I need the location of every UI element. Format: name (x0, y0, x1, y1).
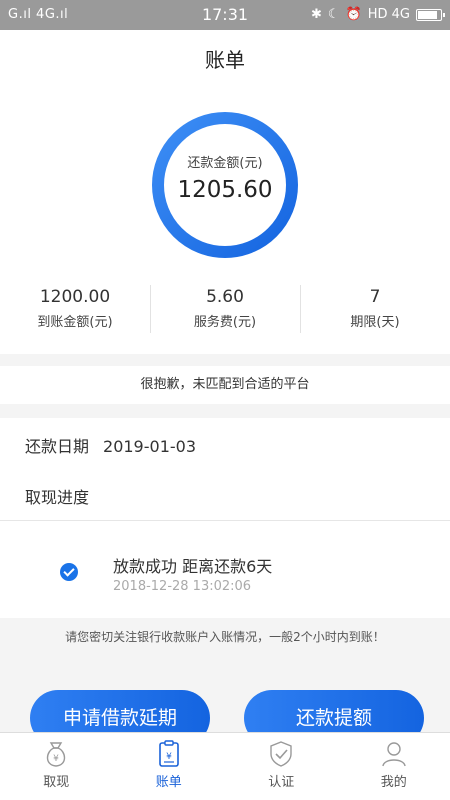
repay-date-row: 还款日期 2019-01-03 (25, 433, 196, 457)
repay-info: 还款日期 2019-01-03 取现进度 (0, 418, 450, 520)
tab-mine[interactable]: 我的 (338, 733, 450, 800)
header: 账单 (0, 30, 450, 90)
stat-value: 5.60 (206, 287, 244, 307)
tab-label: 认证 (268, 775, 295, 790)
tab-label: 我的 (380, 775, 407, 790)
stat-term: 7 期限(天) (300, 285, 450, 335)
battery-icon (416, 8, 445, 21)
arrival-tip: 请您密切关注银行收款账户入账情况，一般2个小时内到账！ (65, 630, 385, 644)
stat-label: 期限(天) (350, 315, 400, 330)
network-label: HD 4G (367, 7, 410, 22)
progress-heading: 取现进度 (25, 488, 90, 507)
progress-item: 放款成功 距离还款6天 2018-12-28 13:02:06 (0, 520, 450, 618)
repay-amount-label: 还款金额(元) (187, 156, 263, 171)
stat-received: 1200.00 到账金额(元) (0, 285, 150, 335)
repay-date-label: 还款日期 (25, 437, 90, 456)
repay-amount-value: 1205.60 (177, 177, 273, 203)
progress-status: 放款成功 距离还款6天 (113, 557, 273, 576)
page-title: 账单 (205, 48, 245, 72)
tab-cash[interactable]: ¥ 取现 (0, 733, 113, 800)
tab-verify[interactable]: 认证 (225, 733, 338, 800)
bill-icon: ¥ (158, 740, 179, 767)
tab-label: 账单 (155, 775, 182, 790)
stat-value: 7 (369, 287, 381, 307)
stat-value: 1200.00 (39, 287, 111, 307)
stat-label: 到账金额(元) (37, 315, 113, 330)
status-icons: ✱ ☾ ⏰ HD 4G (310, 7, 445, 22)
repay-date-value: 2019-01-03 (103, 437, 196, 456)
stat-label: 服务费(元) (193, 315, 257, 330)
bill-summary: 还款金额(元) 1205.60 1200.00 到账金额(元) 5.60 服务费… (0, 90, 450, 354)
svg-text:¥: ¥ (166, 752, 172, 762)
stat-service-fee: 5.60 服务费(元) (150, 285, 300, 335)
svg-text:¥: ¥ (53, 754, 59, 764)
money-bag-icon: ¥ (47, 742, 66, 767)
bluetooth-icon: ✱ (310, 7, 322, 22)
shield-check-icon (270, 741, 292, 767)
tab-label: 取现 (43, 775, 70, 790)
bottom-tab-bar: ¥ 取现 ¥ 账单 认证 我的 (0, 732, 450, 800)
user-icon (382, 742, 406, 767)
tab-bill[interactable]: ¥ 账单 (113, 733, 226, 800)
alarm-icon: ⏰ (345, 7, 362, 22)
moon-icon: ☾ (327, 7, 340, 22)
progress-timestamp: 2018-12-28 13:02:06 (113, 579, 252, 594)
match-notice: 很抱歉，未匹配到合适的平台 (0, 366, 450, 404)
amount-ring: 还款金额(元) 1205.60 (150, 110, 300, 260)
stats-row: 1200.00 到账金额(元) 5.60 服务费(元) 7 期限(天) (0, 285, 450, 335)
status-bar: G.ıl 4G.ıl 17:31 ✱ ☾ ⏰ HD 4G (0, 0, 450, 30)
check-circle-icon (60, 563, 78, 581)
